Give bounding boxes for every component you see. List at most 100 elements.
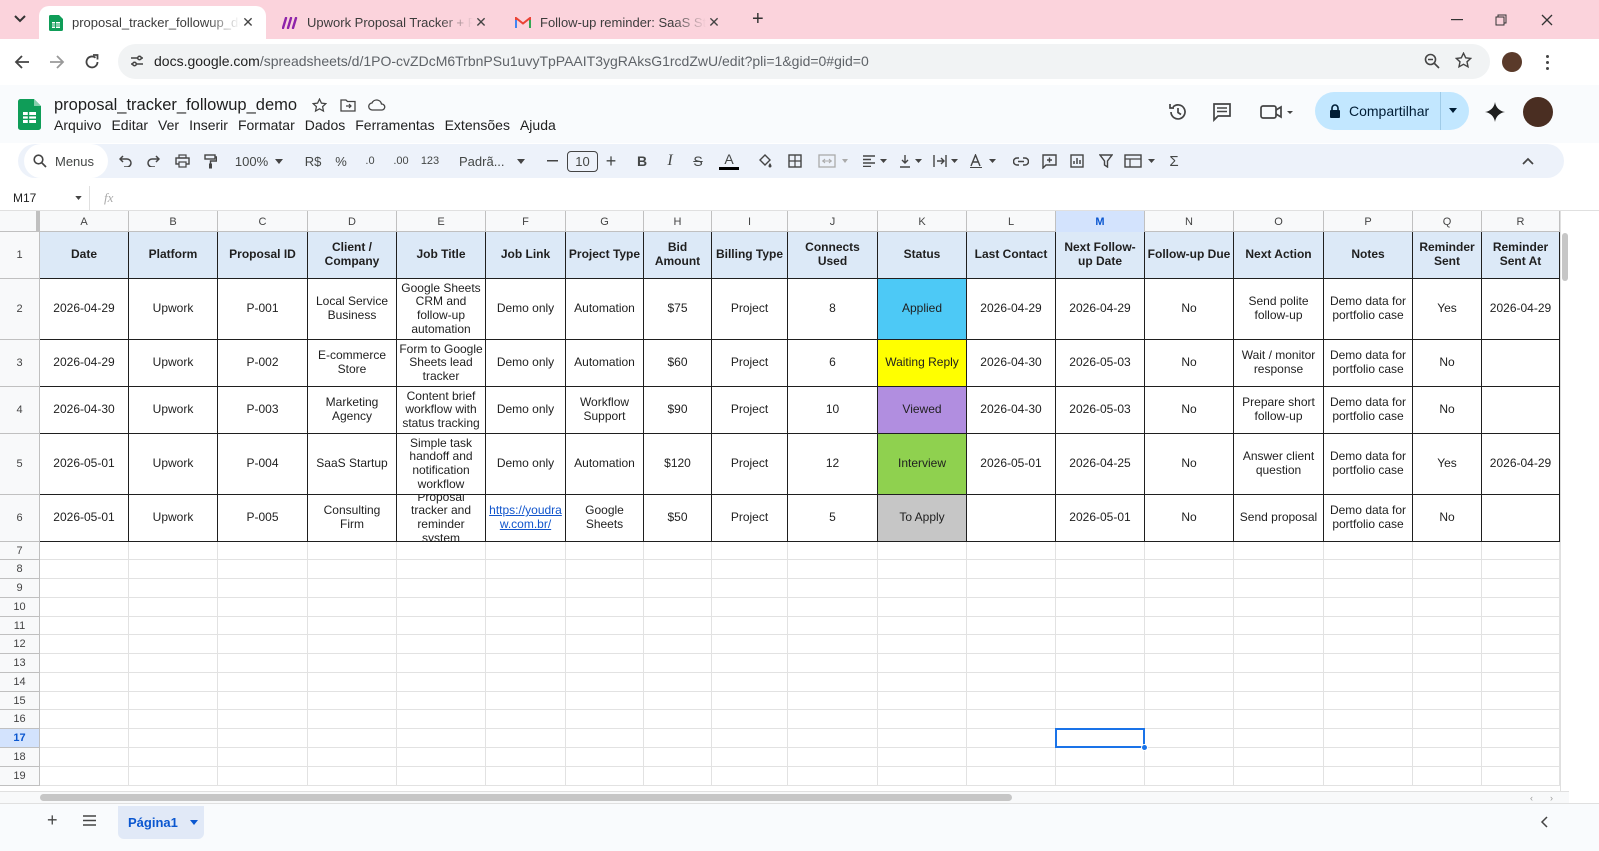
- menu-dados[interactable]: Dados: [305, 117, 345, 133]
- insert-link-icon[interactable]: [1011, 144, 1031, 178]
- empty-cell[interactable]: [1056, 654, 1145, 673]
- table-cell[interactable]: Upwork: [129, 279, 218, 340]
- empty-cell[interactable]: [218, 617, 308, 635]
- empty-cell[interactable]: [878, 635, 967, 654]
- empty-cell[interactable]: [1413, 542, 1482, 560]
- empty-cell[interactable]: [1324, 673, 1413, 692]
- empty-cell[interactable]: [486, 767, 566, 786]
- empty-cell[interactable]: [397, 560, 486, 579]
- scroll-right-arrow-icon[interactable]: ›: [1550, 793, 1553, 803]
- empty-cell[interactable]: [308, 748, 397, 767]
- empty-cell[interactable]: [566, 654, 644, 673]
- table-cell[interactable]: Send polite follow-up: [1234, 279, 1324, 340]
- empty-cell[interactable]: [712, 635, 788, 654]
- empty-cell[interactable]: [1324, 579, 1413, 598]
- empty-cell[interactable]: [1234, 692, 1324, 710]
- bookmark-star-icon[interactable]: [1455, 52, 1472, 69]
- merge-cells-icon[interactable]: [815, 144, 853, 178]
- empty-cell[interactable]: [308, 710, 397, 729]
- header-cell-client-company[interactable]: Client / Company: [308, 232, 397, 279]
- empty-cell[interactable]: [218, 579, 308, 598]
- move-folder-icon[interactable]: [340, 99, 356, 112]
- print-icon[interactable]: [172, 144, 192, 178]
- table-cell[interactable]: Prepare short follow-up: [1234, 387, 1324, 434]
- empty-cell[interactable]: [1145, 617, 1234, 635]
- empty-cell[interactable]: [1413, 635, 1482, 654]
- empty-cell[interactable]: [566, 748, 644, 767]
- decrease-font-size-icon[interactable]: [544, 144, 560, 178]
- strikethrough-icon[interactable]: S: [689, 144, 707, 178]
- row-header-18[interactable]: 18: [0, 748, 40, 767]
- empty-cell[interactable]: [644, 635, 712, 654]
- undo-icon[interactable]: [115, 144, 135, 178]
- table-cell[interactable]: 2026-05-01: [967, 434, 1056, 495]
- empty-cell[interactable]: [397, 710, 486, 729]
- menu-extensoes[interactable]: Extensões: [445, 117, 510, 133]
- empty-cell[interactable]: [1324, 598, 1413, 617]
- empty-cell[interactable]: [308, 579, 397, 598]
- menu-ajuda[interactable]: Ajuda: [520, 117, 556, 133]
- table-cell[interactable]: No: [1413, 495, 1482, 542]
- empty-cell[interactable]: [218, 710, 308, 729]
- empty-cell[interactable]: [486, 542, 566, 560]
- row-header-5[interactable]: 5: [0, 434, 40, 495]
- empty-cell[interactable]: [566, 729, 644, 748]
- redo-icon[interactable]: [143, 144, 163, 178]
- empty-cell[interactable]: [967, 617, 1056, 635]
- header-cell-reminder-sent-at[interactable]: Reminder Sent At: [1482, 232, 1560, 279]
- empty-cell[interactable]: [397, 654, 486, 673]
- empty-cell[interactable]: [397, 767, 486, 786]
- empty-cell[interactable]: [878, 617, 967, 635]
- empty-cell[interactable]: [1234, 729, 1324, 748]
- empty-cell[interactable]: [788, 767, 878, 786]
- table-cell[interactable]: 2026-04-29: [1482, 434, 1560, 495]
- empty-cell[interactable]: [1482, 767, 1560, 786]
- empty-cell[interactable]: [1145, 635, 1234, 654]
- table-cell[interactable]: 6: [788, 340, 878, 387]
- empty-cell[interactable]: [1413, 692, 1482, 710]
- empty-cell[interactable]: [878, 654, 967, 673]
- empty-cell[interactable]: [644, 560, 712, 579]
- close-tab-icon[interactable]: ✕: [706, 14, 722, 31]
- close-tab-icon[interactable]: ✕: [473, 14, 489, 31]
- empty-cell[interactable]: [1056, 579, 1145, 598]
- table-cell[interactable]: P-004: [218, 434, 308, 495]
- empty-cell[interactable]: [967, 635, 1056, 654]
- empty-cell[interactable]: [486, 748, 566, 767]
- table-cell[interactable]: Project: [712, 434, 788, 495]
- empty-cell[interactable]: [218, 692, 308, 710]
- table-cell[interactable]: [1482, 340, 1560, 387]
- empty-cell[interactable]: [712, 710, 788, 729]
- table-cell[interactable]: 2026-04-29: [967, 279, 1056, 340]
- empty-cell[interactable]: [1324, 729, 1413, 748]
- table-cell[interactable]: 2026-04-30: [967, 387, 1056, 434]
- table-cell[interactable]: Upwork: [129, 340, 218, 387]
- table-cell[interactable]: Wait / monitor response: [1234, 340, 1324, 387]
- menu-editar[interactable]: Editar: [111, 117, 148, 133]
- empty-cell[interactable]: [967, 729, 1056, 748]
- table-cell[interactable]: [1482, 387, 1560, 434]
- table-cell[interactable]: Yes: [1413, 279, 1482, 340]
- empty-cell[interactable]: [1482, 748, 1560, 767]
- empty-cell[interactable]: [129, 617, 218, 635]
- row-header-8[interactable]: 8: [0, 560, 40, 579]
- empty-cell[interactable]: [644, 767, 712, 786]
- empty-cell[interactable]: [566, 542, 644, 560]
- increase-decimal-button[interactable]: .00: [387, 144, 415, 178]
- empty-cell[interactable]: [644, 542, 712, 560]
- empty-cell[interactable]: [40, 579, 129, 598]
- empty-cell[interactable]: [566, 692, 644, 710]
- empty-cell[interactable]: [1413, 579, 1482, 598]
- empty-cell[interactable]: [308, 673, 397, 692]
- table-cell[interactable]: 2026-05-01: [40, 495, 129, 542]
- all-sheets-icon[interactable]: [82, 815, 97, 826]
- vertical-scroll-thumb[interactable]: [1562, 233, 1568, 281]
- vertical-align-icon[interactable]: [898, 144, 926, 178]
- empty-cell[interactable]: [788, 598, 878, 617]
- table-cell[interactable]: E-commerce Store: [308, 340, 397, 387]
- reload-icon[interactable]: [82, 52, 102, 72]
- column-header-j[interactable]: J: [788, 211, 878, 232]
- table-cell[interactable]: 2026-04-29: [1056, 279, 1145, 340]
- column-header-f[interactable]: F: [486, 211, 566, 232]
- table-cell[interactable]: Upwork: [129, 495, 218, 542]
